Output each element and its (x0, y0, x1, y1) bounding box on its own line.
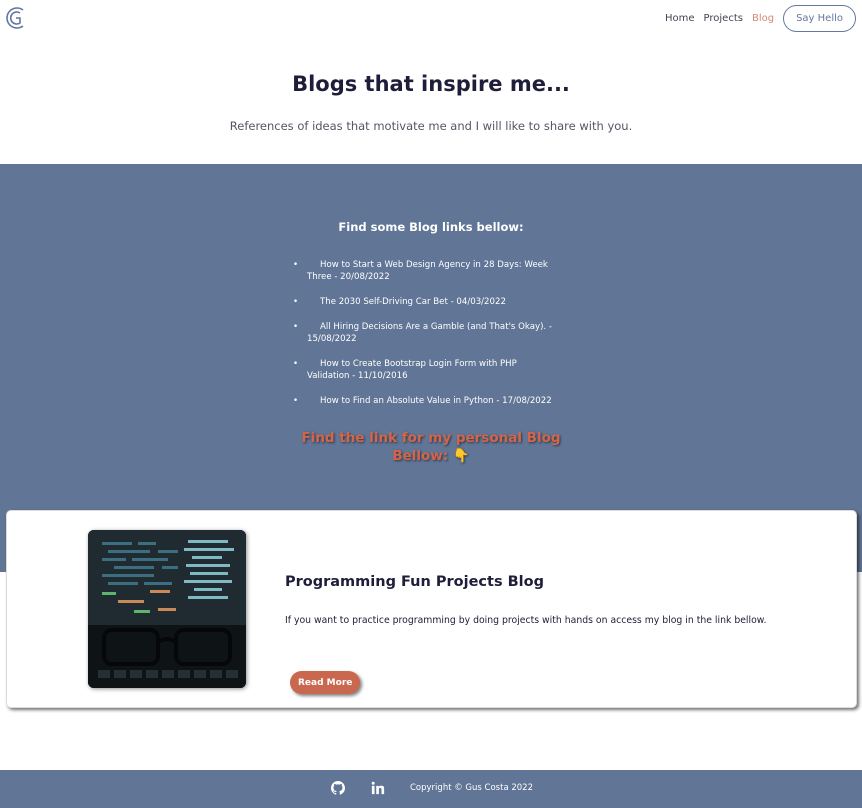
blog-link-label[interactable]: All Hiring Decisions Are a Gamble (and T… (307, 322, 552, 344)
blog-link-item[interactable]: How to Find an Absolute Value in Python … (293, 395, 559, 407)
card-title: Programming Fun Projects Blog (285, 574, 544, 590)
say-hello-button[interactable]: Say Hello (783, 5, 856, 32)
blog-link-item[interactable]: The 2030 Self-Driving Car Bet - 04/03/20… (293, 296, 559, 308)
copyright-text: Copyright © Gus Costa 2022 (410, 783, 533, 793)
laptop-code-glasses-image (88, 530, 246, 688)
nav-link-projects[interactable]: Projects (704, 13, 743, 24)
blog-link-label[interactable]: How to Create Bootstrap Login Form with … (307, 359, 517, 381)
nav-link-home[interactable]: Home (665, 13, 695, 24)
blog-link-label[interactable]: How to Start a Web Design Agency in 28 D… (307, 260, 548, 282)
personal-blog-callout-line2: Bellow: 👇 (392, 448, 470, 464)
page-subtitle: References of ideas that motivate me and… (229, 119, 633, 133)
top-navbar: Home Projects Blog Say Hello (0, 0, 862, 40)
blog-link-item[interactable]: How to Start a Web Design Agency in 28 D… (293, 259, 559, 283)
blog-links-heading: Find some Blog links bellow: (338, 220, 524, 234)
blog-link-item[interactable]: All Hiring Decisions Are a Gamble (and T… (293, 321, 559, 345)
card-description: If you want to practice programming by d… (285, 615, 767, 626)
blog-links-list: How to Start a Web Design Agency in 28 D… (293, 259, 559, 420)
g-logo-icon[interactable] (4, 6, 28, 30)
blog-link-label[interactable]: How to Find an Absolute Value in Python … (320, 396, 552, 406)
blog-link-item[interactable]: How to Create Bootstrap Login Form with … (293, 358, 559, 382)
github-icon[interactable] (331, 781, 345, 795)
blog-link-label[interactable]: The 2030 Self-Driving Car Bet - 04/03/20… (320, 297, 506, 307)
page-title: Blogs that inspire me... (292, 72, 570, 96)
personal-blog-callout-line1: Find the link for my personal Blog (301, 430, 561, 446)
linkedin-icon[interactable] (371, 781, 385, 795)
personal-blog-callout: Find the link for my personal Blog Bello… (295, 429, 567, 465)
read-more-button[interactable]: Read More (290, 671, 361, 694)
nav-links: Home Projects Blog Say Hello (665, 5, 856, 32)
nav-link-blog[interactable]: Blog (752, 13, 774, 24)
footer: Copyright © Gus Costa 2022 (0, 770, 862, 808)
blog-card: Programming Fun Projects Blog If you wan… (6, 510, 857, 708)
